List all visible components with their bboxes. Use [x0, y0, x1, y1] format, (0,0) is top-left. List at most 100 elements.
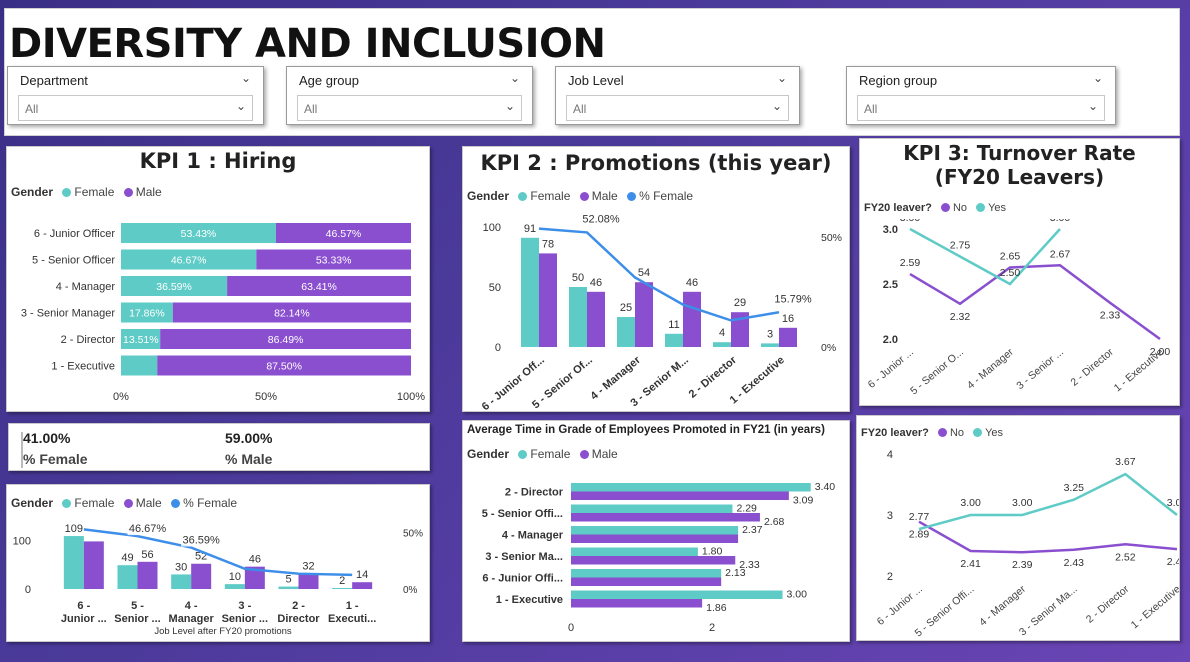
avg-time-legend: Gender Female Male — [467, 447, 618, 461]
chevron-down-icon[interactable]: ⌄ — [236, 99, 246, 113]
circle-icon — [518, 450, 528, 459]
category-label: 6 - Junior ... — [866, 346, 916, 391]
kpi3-legend: FY20 leaver? No Yes — [864, 202, 1006, 214]
category-label: 6 - Junior ... — [875, 583, 925, 628]
slicer-job-level[interactable]: Job Level ⌄ All ⌄ — [555, 66, 800, 125]
turnover2-panel: FY20 leaver? No Yes 2 3 4 2.89 2.41 2.39 2.43 2… — [856, 415, 1180, 641]
y-tick-label: 3.0 — [883, 224, 898, 236]
data-label: 17.86% — [129, 308, 165, 320]
female-pct-value: 41.00% — [23, 430, 71, 446]
female-bar — [278, 586, 299, 589]
data-label: 29 — [734, 297, 746, 309]
female-bar — [171, 574, 192, 589]
dropdown-value: All — [304, 102, 318, 116]
job-level-dropdown[interactable]: All ⌄ — [566, 95, 789, 121]
age-group-dropdown[interactable]: All ⌄ — [297, 95, 522, 121]
data-label: 109 — [65, 523, 83, 535]
pct-label: 36.59% — [183, 535, 221, 547]
turnover2-legend: FY20 leaver? No Yes — [861, 427, 1003, 439]
category-label: 2 - Director — [1084, 583, 1132, 626]
male-bar — [298, 573, 319, 589]
data-label: 2.59 — [900, 257, 921, 269]
pct-label: 15.79% — [774, 293, 812, 305]
data-label: 82.14% — [274, 308, 310, 320]
kpi1-hiring-panel: KPI 1 : Hiring Gender Female Male 6 - Ju… — [6, 146, 430, 412]
slicer-age-group[interactable]: Age group ⌄ All ⌄ — [286, 66, 533, 125]
department-dropdown[interactable]: All ⌄ — [18, 95, 253, 121]
y-tick-label: 2 — [887, 571, 893, 583]
kpi2-promotions-panel: KPI 2 : Promotions (this year) Gender Fe… — [462, 146, 850, 412]
tick-label: 100% — [397, 391, 425, 403]
female-bar — [332, 588, 353, 589]
data-label: 1.80 — [702, 546, 723, 558]
data-label: 2.41 — [960, 558, 981, 570]
data-label: 63.41% — [301, 281, 337, 293]
slicer-region-group[interactable]: Region group ⌄ All ⌄ — [846, 66, 1116, 125]
kpi3-title: KPI 3: Turnover Rate (FY20 Leavers) — [903, 141, 1136, 189]
data-label: 46 — [590, 277, 602, 289]
male-bar — [191, 563, 212, 589]
female-bar — [224, 584, 245, 589]
circle-icon — [62, 188, 72, 197]
female-bar — [63, 536, 84, 589]
leaver-no-line — [918, 520, 1178, 554]
data-label: 2.77 — [909, 511, 930, 523]
turnover-chart: 2.02.53.02.592.322.652.672.332.003.002.7… — [866, 219, 1171, 397]
category-label: 4 - Manager — [977, 583, 1028, 629]
chevron-down-icon[interactable]: ⌄ — [505, 99, 515, 113]
hiring-chart: 6 - Junior Officer 53.43% 46.57% 5 - Senior… — [21, 223, 425, 403]
data-label: 50 — [572, 272, 584, 284]
dropdown-value: All — [864, 102, 878, 116]
chevron-down-icon[interactable]: ⌄ — [241, 71, 251, 85]
data-label: 32 — [302, 560, 314, 572]
data-label: 25 — [620, 302, 632, 314]
legend-pct-female: % Female — [183, 496, 238, 510]
promotions-after-panel: Gender Female Male % Female 0 100 0% 50% 109… — [6, 484, 430, 642]
data-label: 5 — [285, 574, 291, 586]
category-label: Executi... — [328, 613, 376, 625]
legend-male: Male — [135, 185, 162, 199]
leaver-yes-line — [909, 227, 1061, 286]
circle-icon — [518, 192, 528, 201]
gender-split-card: 41.00% % Female 59.00% % Male — [8, 423, 430, 471]
male-bar — [571, 534, 739, 543]
y-tick-label: 2.0 — [883, 334, 898, 346]
data-label: 2.44 — [1167, 556, 1179, 568]
data-label: 3.00 — [900, 219, 921, 224]
data-label: 10 — [229, 571, 241, 583]
legend-male: Male — [591, 447, 618, 461]
data-label: 78 — [542, 238, 554, 250]
data-label: 2.32 — [950, 311, 971, 323]
category-label: Junior ... — [61, 613, 107, 625]
chevron-down-icon[interactable]: ⌄ — [1088, 99, 1098, 113]
chevron-down-icon[interactable]: ⌄ — [1093, 71, 1103, 85]
avg-time-chart: 2 - Director 3.403.09 5 - Senior Offi... 2.… — [482, 481, 836, 634]
category-label: 3 - — [238, 600, 251, 612]
circle-icon — [937, 428, 947, 437]
category-label: 3 - Senior Manager — [21, 308, 115, 320]
slicer-label: Department — [20, 73, 88, 88]
male-bar — [571, 491, 789, 500]
male-bar — [571, 599, 703, 608]
legend-female: Female — [530, 447, 571, 461]
region-group-dropdown[interactable]: All ⌄ — [857, 95, 1105, 121]
chevron-down-icon[interactable]: ⌄ — [777, 71, 787, 85]
data-label: 49 — [121, 552, 133, 564]
category-label: 5 - Senior O... — [908, 346, 966, 397]
category-label: 2 - Director — [1068, 346, 1116, 389]
slicer-department[interactable]: Department ⌄ All ⌄ — [7, 66, 264, 125]
y2-tick-label: 0% — [821, 342, 836, 354]
data-label: 2 — [339, 575, 345, 587]
data-label: 46.57% — [326, 228, 362, 240]
chevron-down-icon[interactable]: ⌄ — [510, 71, 520, 85]
data-label: 2.13 — [725, 567, 746, 579]
female-bar — [571, 590, 783, 599]
data-label: 2.89 — [909, 529, 930, 541]
data-label: 46.67% — [171, 255, 207, 267]
chevron-down-icon[interactable]: ⌄ — [772, 99, 782, 113]
male-pct-value: 59.00% — [225, 430, 273, 446]
female-bar — [571, 547, 698, 556]
legend-male: Male — [135, 496, 162, 510]
data-label: 2.52 — [1115, 551, 1136, 563]
circle-icon — [940, 203, 950, 212]
